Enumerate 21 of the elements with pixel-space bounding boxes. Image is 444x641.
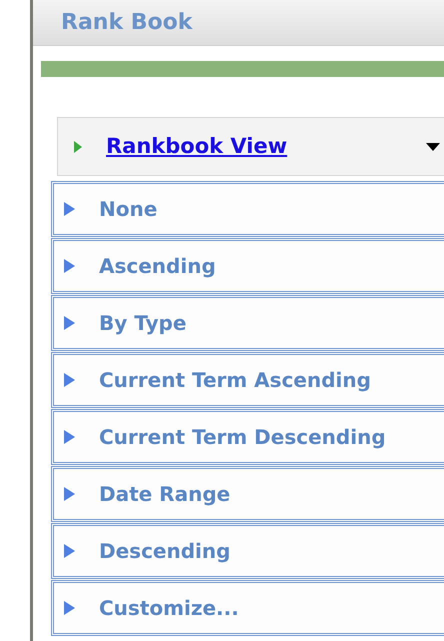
menu-item[interactable]: Date Range <box>51 466 444 522</box>
page-title: Rank Book <box>61 9 192 37</box>
triangle-icon <box>64 544 75 558</box>
triangle-icon <box>64 316 75 330</box>
menu-item[interactable]: Customize... <box>51 580 444 636</box>
triangle-icon <box>64 259 75 273</box>
triangle-icon <box>64 202 75 216</box>
menu-item[interactable]: By Type <box>51 295 444 351</box>
menu-item[interactable]: Current Term Ascending <box>51 352 444 408</box>
triangle-icon <box>64 487 75 501</box>
view-dropdown-label[interactable]: Rankbook View <box>106 130 288 162</box>
triangle-icon <box>64 430 75 444</box>
caret-icon <box>426 142 440 150</box>
menu-item[interactable]: None <box>51 181 444 237</box>
triangle-icon <box>74 140 82 152</box>
menu-item[interactable]: Descending <box>51 523 444 579</box>
menu-item[interactable]: Ascending <box>51 238 444 294</box>
triangle-icon <box>64 373 75 387</box>
view-dropdown[interactable]: Rankbook View <box>57 117 444 176</box>
menu-item[interactable]: Current Term Descending <box>51 409 444 465</box>
triangle-icon <box>64 601 75 615</box>
